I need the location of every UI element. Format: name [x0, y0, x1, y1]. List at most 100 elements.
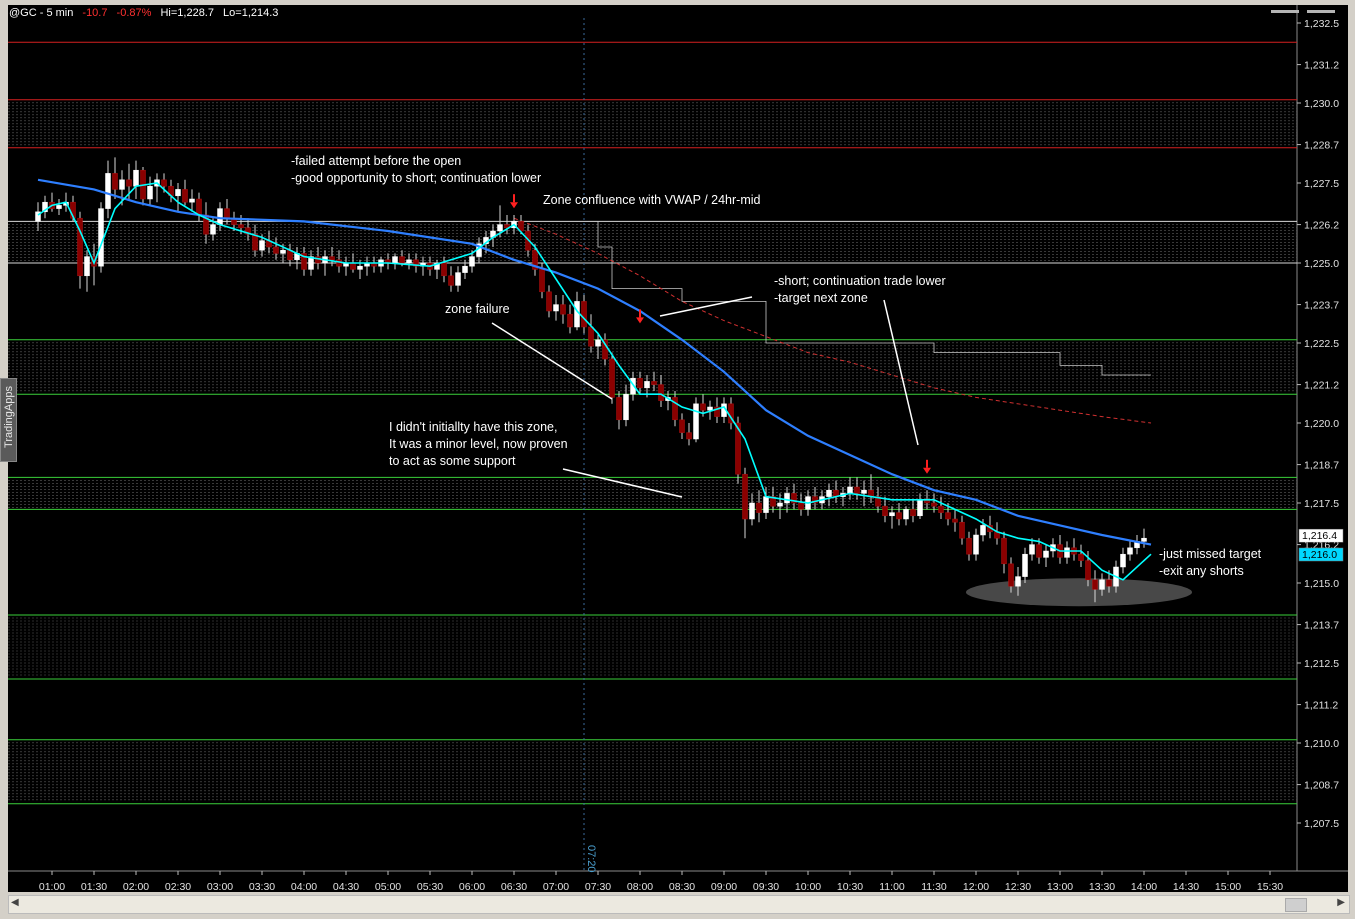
y-tick-label: 1,232.5 [1304, 18, 1339, 30]
chart-header: @GC - 5 min -10.7 -0.87% Hi=1,228.7 Lo=1… [9, 7, 284, 19]
tradingapps-side-tab[interactable]: TradingApps [0, 378, 17, 462]
annotation-failed-attempt: -failed attempt before the open -good op… [291, 153, 541, 187]
candle [693, 397, 699, 443]
y-tick-label: 1,210.0 [1304, 738, 1339, 750]
candle-down-body [224, 208, 230, 219]
candle-down-body [560, 304, 566, 315]
candle-up-body [1120, 553, 1126, 568]
candle-down-body [798, 502, 804, 510]
candle-up-body [147, 185, 153, 200]
annotation-line: -target next zone [774, 291, 868, 305]
high-value: Hi=1,228.7 [160, 7, 214, 19]
candle-down-body [1085, 560, 1091, 581]
candle-up-body [693, 403, 699, 440]
candle-up-body [119, 179, 125, 190]
candle-down-body [651, 381, 657, 385]
x-tick-label: 08:00 [627, 881, 653, 893]
candle [98, 202, 104, 273]
candle-down-body [196, 198, 202, 216]
low-value: Lo=1,214.3 [223, 7, 279, 19]
candle-up-body [917, 499, 923, 517]
candle-down-body [882, 505, 888, 517]
candle-down-body [1008, 563, 1014, 587]
annotation-line: -exit any shorts [1159, 564, 1244, 578]
candle-up-body [1015, 576, 1021, 587]
candle-up-body [644, 381, 650, 389]
x-tick-label: 10:00 [795, 881, 821, 893]
annotation-line: -good opportunity to short; continuation… [291, 171, 542, 185]
y-tick-label: 1,217.5 [1304, 498, 1339, 510]
candle-up-body [357, 265, 363, 270]
candle-up-body [1127, 547, 1133, 555]
window-button[interactable] [1307, 10, 1335, 13]
candle-down-body [896, 512, 902, 520]
candle-up-body [749, 502, 755, 520]
annotation-zone-failure: zone failure [445, 301, 510, 318]
candle-up-body [903, 509, 909, 520]
current-price-label: 1,216.4 [1302, 530, 1337, 542]
y-tick-label: 1,221.2 [1304, 380, 1339, 392]
candle-down-body [931, 502, 937, 507]
candle-up-body [217, 208, 223, 225]
x-tick-label: 01:00 [39, 881, 65, 893]
time-marker-label: 07:20 [585, 845, 597, 873]
scroll-left-arrow-icon[interactable]: ◀ [11, 897, 19, 908]
annotation-missed-target: -just missed target -exit any shorts [1159, 546, 1261, 580]
y-tick-label: 1,213.7 [1304, 620, 1339, 632]
candle-up-body [826, 489, 832, 497]
x-tick-label: 14:30 [1173, 881, 1199, 893]
candle-up-body [392, 256, 398, 264]
candle-up-body [497, 224, 503, 232]
window-buttons [1267, 0, 1335, 13]
candle-down-body [609, 358, 615, 398]
x-tick-label: 05:30 [417, 881, 443, 893]
candle-up-body [105, 173, 111, 209]
x-tick-label: 01:30 [81, 881, 107, 893]
change-value: -10.7 [82, 7, 108, 19]
y-tick-label: 1,226.2 [1304, 220, 1339, 232]
annotation-line: to act as some support [389, 454, 516, 468]
x-tick-label: 10:30 [837, 881, 863, 893]
candle-up-body [84, 256, 90, 277]
symbol-label: @GC - 5 min [9, 7, 74, 19]
candle-down-body [273, 246, 279, 254]
annotation-minor-level: I didn't initiallty have this zone, It w… [389, 419, 568, 470]
candle-down-body [329, 256, 335, 261]
candle-up-body [707, 406, 713, 411]
current-price-label: 1,216.0 [1302, 549, 1337, 561]
candle-up-body [1099, 579, 1105, 590]
candle-up-body [980, 525, 986, 536]
x-tick-label: 07:30 [585, 881, 611, 893]
x-tick-label: 13:30 [1089, 881, 1115, 893]
window-button[interactable] [1270, 10, 1299, 13]
candle-up-body [889, 512, 895, 517]
annotation-line: zone failure [445, 302, 510, 316]
candle-up-body [469, 256, 475, 267]
y-tick-label: 1,225.0 [1304, 258, 1339, 270]
candle-up-body [553, 304, 559, 312]
x-tick-label: 15:00 [1215, 881, 1241, 893]
x-tick-label: 05:00 [375, 881, 401, 893]
candle [609, 352, 615, 404]
horizontal-scrollbar[interactable]: ◀ ▶ [8, 895, 1350, 914]
candle-down-body [959, 521, 965, 539]
candle-up-body [455, 272, 461, 286]
highlight-ellipse [966, 578, 1192, 607]
candle-down-body [567, 313, 573, 328]
y-tick-label: 1,207.5 [1304, 818, 1339, 830]
candle-down-body [938, 505, 944, 513]
x-tick-label: 04:30 [333, 881, 359, 893]
y-tick-label: 1,220.0 [1304, 418, 1339, 430]
scroll-right-arrow-icon[interactable]: ▶ [1337, 897, 1345, 908]
scroll-thumb[interactable] [1285, 898, 1307, 912]
x-tick-label: 15:30 [1257, 881, 1283, 893]
x-tick-label: 12:30 [1005, 881, 1031, 893]
x-tick-label: 02:30 [165, 881, 191, 893]
x-tick-label: 08:30 [669, 881, 695, 893]
chart-window: 07:20 1,232.5 1,231.2 1,230.0 1,228.7 1,227.5… [0, 0, 1355, 919]
candle-down-body [539, 269, 545, 293]
candle-down-body [126, 179, 132, 187]
candle-down-body [182, 189, 188, 203]
price-chart[interactable]: 07:20 1,232.5 1,231.2 1,230.0 1,228.7 1,227.5… [0, 0, 1355, 919]
candle-up-body [1043, 550, 1049, 558]
